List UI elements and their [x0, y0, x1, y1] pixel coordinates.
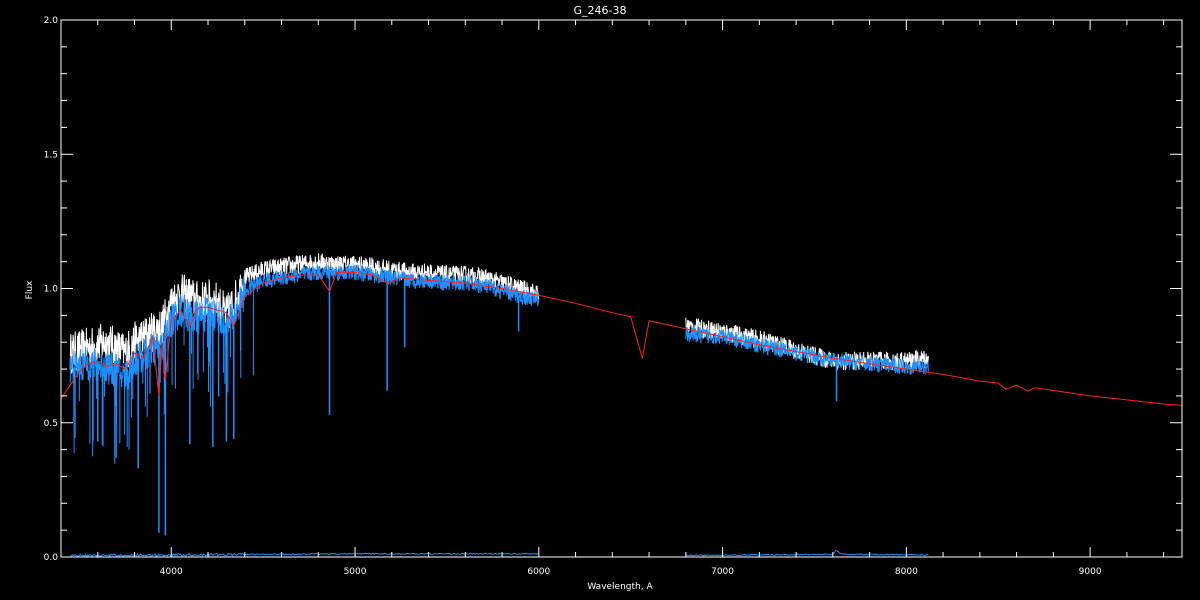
y-tick-label: 1.0 [44, 285, 59, 295]
y-tick-label: 1.5 [44, 150, 58, 160]
y-axis-label: Flux [25, 280, 35, 299]
x-tick-label: 5000 [344, 567, 367, 577]
x-axis-label: Wavelength, A [587, 582, 653, 592]
x-tick-label: 9000 [1079, 567, 1102, 577]
y-tick-label: 0.0 [44, 553, 59, 563]
chart-title: G_246-38 [574, 4, 627, 17]
x-tick-label: 8000 [895, 567, 918, 577]
x-tick-label: 7000 [711, 567, 734, 577]
y-tick-label: 2.0 [44, 16, 59, 26]
spectrum-chart: 4000 5000 6000 7000 8000 9000 0.0 0.5 1.0 1.5 2.0… [0, 0, 1200, 600]
y-tick-label: 0.5 [44, 419, 58, 429]
x-tick-label: 4000 [160, 567, 183, 577]
x-tick-label: 6000 [527, 567, 550, 577]
